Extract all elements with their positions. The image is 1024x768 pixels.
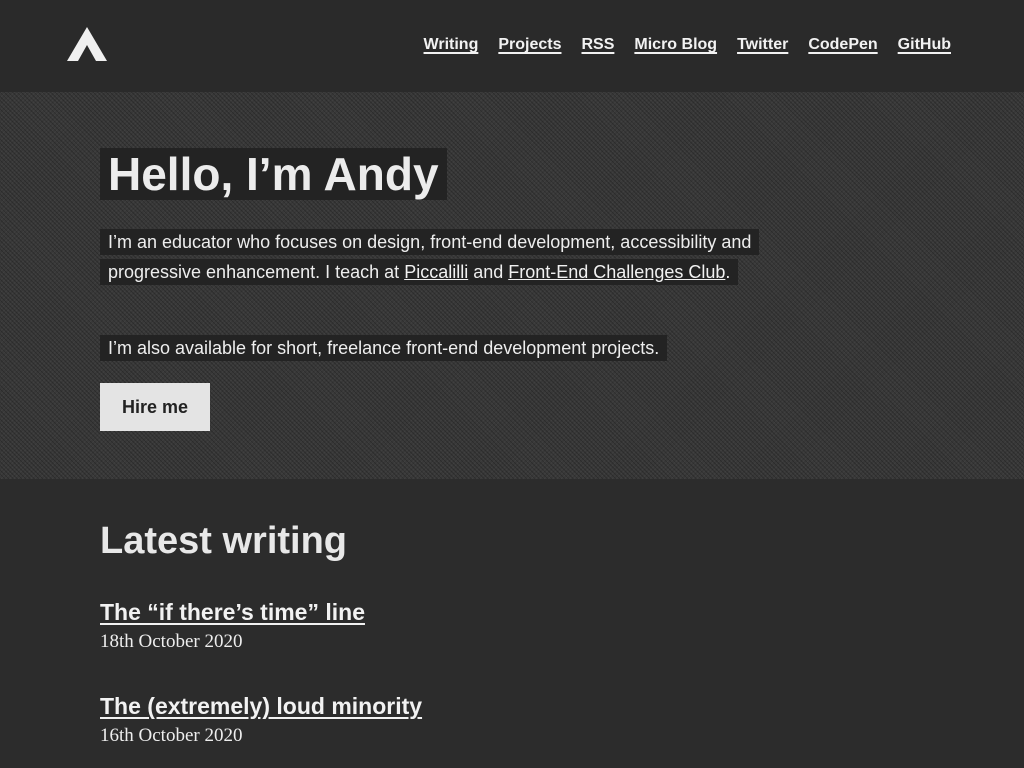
post-title-link[interactable]: The (extremely) loud minority — [100, 693, 422, 719]
site-header: Writing Projects RSS Micro Blog Twitter … — [0, 0, 1024, 92]
post-item: The (extremely) loud minority 16th Octob… — [100, 691, 422, 751]
post-date: 18th October 2020 — [100, 631, 243, 652]
intro-bio-highlight: I’m an educator who focuses on design, f… — [100, 229, 760, 285]
nav-item: Twitter — [737, 36, 788, 54]
nav-github-link[interactable]: GitHub — [898, 36, 951, 53]
post-title: The “if there’s time” line — [100, 597, 365, 627]
piccalilli-link[interactable]: Piccalilli — [404, 262, 468, 282]
nav-item: GitHub — [898, 36, 951, 54]
nav-writing-link[interactable]: Writing — [424, 36, 479, 53]
nav-rss-link[interactable]: RSS — [581, 36, 614, 53]
main-nav: Writing Projects RSS Micro Blog Twitter … — [424, 36, 951, 54]
post-item: The “if there’s time” line 18th October … — [100, 597, 365, 657]
hire-me-button[interactable]: Hire me — [100, 383, 210, 431]
latest-writing-section: Latest writing The “if there’s time” lin… — [0, 479, 1024, 768]
nav-item: Writing — [424, 36, 479, 54]
nav-projects-link[interactable]: Projects — [498, 36, 561, 53]
nav-item: CodePen — [808, 36, 877, 54]
logo-icon — [67, 27, 107, 61]
availability-highlight: I’m also available for short, freelance … — [100, 335, 668, 361]
intro-section: Hello, I’m Andy I’m an educator who focu… — [0, 92, 1024, 479]
availability-text: I’m also available for short, freelance … — [100, 333, 668, 363]
intro-bio-text-and: and — [468, 262, 509, 282]
post-title-link[interactable]: The “if there’s time” line — [100, 599, 365, 625]
nav-item: RSS — [581, 36, 614, 54]
nav-codepen-link[interactable]: CodePen — [808, 36, 877, 53]
intro-bio: I’m an educator who focuses on design, f… — [100, 227, 800, 287]
post-title: The (extremely) loud minority — [100, 691, 422, 721]
nav-item: Micro Blog — [634, 36, 717, 54]
intro-heading: Hello, I’m Andy — [100, 142, 447, 206]
nav-micro-blog-link[interactable]: Micro Blog — [634, 36, 717, 53]
post-date: 16th October 2020 — [100, 725, 243, 746]
nav-twitter-link[interactable]: Twitter — [737, 36, 788, 53]
intro-heading-text: Hello, I’m Andy — [100, 148, 447, 200]
front-end-challenges-club-link[interactable]: Front-End Challenges Club — [508, 262, 725, 282]
latest-writing-heading: Latest writing — [100, 520, 348, 562]
nav-item: Projects — [498, 36, 561, 54]
intro-bio-period: . — [725, 262, 731, 282]
